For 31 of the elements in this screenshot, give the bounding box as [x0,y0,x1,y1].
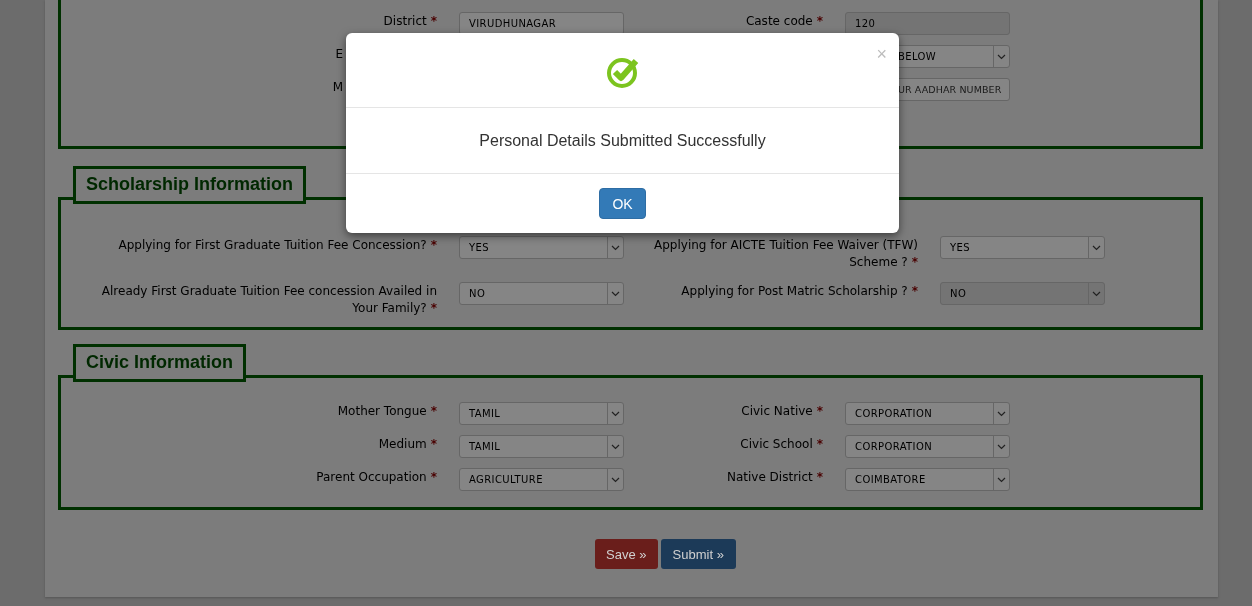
select-field[interactable]: TAMIL [459,402,624,425]
field-label: Native District * [726,469,823,486]
field-label: M [332,79,343,96]
select-field[interactable]: COIMBATORE [845,468,1010,491]
select-field[interactable]: TAMIL [459,435,624,458]
section-legend: Civic Information [73,344,246,382]
submit-button[interactable]: Submit » [660,539,736,569]
save-button[interactable]: Save » [595,539,658,569]
field-label: District * [383,13,437,30]
success-message: Personal Details Submitted Successfully [479,131,766,150]
field-label: E [335,46,343,63]
field-label: Mother Tongue * [337,403,437,420]
section-legend: Scholarship Information [73,166,307,204]
input-field[interactable]: VIRUDHUNAGAR [459,12,624,35]
select-field[interactable]: CORPORATION [845,402,1010,425]
field-label: Parent Occupation * [316,469,437,486]
field-label: Applying for AICTE Tuition Fee Waiver (TFW) Scheme ? * [653,237,918,271]
field-label: Already First Graduate Tuition Fee concession Availed in Your Family? * [100,283,437,317]
field-label: Applying for Post Matric Scholarship ? * [681,283,918,300]
field-label: Medium * [378,436,437,453]
field-label: Civic School * [740,436,823,453]
ok-button[interactable]: OK [599,188,646,219]
check-circle-icon [605,55,640,89]
select-field[interactable]: YES [459,236,624,259]
select-field[interactable]: AGRICULTURE [459,468,624,491]
field-label: Applying for First Graduate Tuition Fee Concession? * [118,237,437,254]
field-label: Caste code * [745,13,823,30]
select-field[interactable]: CORPORATION [845,435,1010,458]
select-field[interactable]: NO [459,282,624,305]
select-field[interactable]: YES [940,236,1105,259]
field-label: Civic Native * [741,403,823,420]
